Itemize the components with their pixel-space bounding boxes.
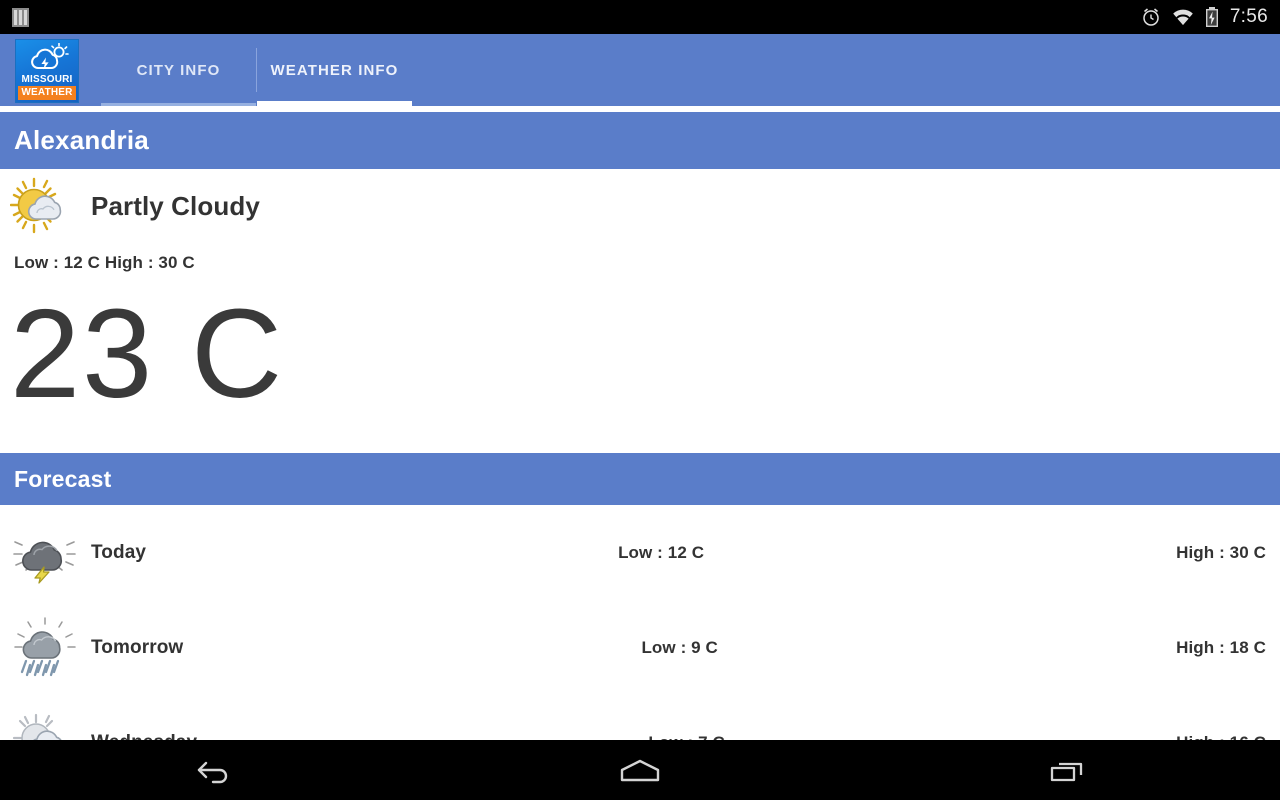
current-low-high: Low : 12 C High : 30 C [14, 253, 195, 272]
thunderstorm-icon [13, 540, 76, 584]
nav-back-button[interactable] [0, 740, 427, 800]
tab-weather-info-underline [257, 101, 412, 106]
forecast-low-label: Low : 7 C [648, 733, 724, 741]
current-condition-label: Partly Cloudy [91, 190, 260, 221]
nav-recents-button[interactable] [853, 740, 1280, 800]
wifi-icon [1173, 9, 1193, 25]
app-icon-label-missouri: MISSOURI [21, 74, 73, 85]
tab-weather-info[interactable]: WEATHER INFO [257, 34, 412, 106]
forecast-day-label: Wednesday [91, 732, 197, 741]
tab-city-info-label: CITY INFO [136, 61, 221, 79]
forecast-low-cell: Low : 9 C [183, 638, 1176, 658]
forecast-row-today[interactable]: Today Low : 12 C High : 30 C [0, 505, 1280, 600]
current-condition-row: Partly Cloudy [0, 169, 1280, 235]
app-tab-bar: MISSOURI WEATHER CITY INFO WEATHER INFO [0, 34, 1280, 106]
forecast-header-title: Forecast [14, 465, 112, 492]
tab-weather-info-label: WEATHER INFO [270, 61, 399, 79]
status-bar-system-icons: 7:56 [1141, 6, 1268, 28]
notification-bars-icon [12, 7, 29, 27]
rain-icon [14, 616, 76, 676]
city-name: Alexandria [14, 125, 149, 155]
back-icon [198, 761, 228, 784]
status-bar-notifications [12, 7, 29, 27]
home-icon [620, 759, 660, 782]
forecast-day-label: Tomorrow [91, 636, 184, 658]
app-icon-label-weather: WEATHER [18, 86, 76, 100]
forecast-row-tomorrow[interactable]: Tomorrow Low : 9 C High : 18 C [0, 600, 1280, 695]
forecast-high-label: High : 16 C [1176, 733, 1266, 741]
forecast-high-label: High : 30 C [1176, 542, 1266, 562]
partly-cloudy-icon [12, 713, 62, 740]
battery-charging-icon [1205, 7, 1218, 27]
tab-list: CITY INFO WEATHER INFO [101, 34, 412, 106]
tab-city-info[interactable]: CITY INFO [101, 34, 256, 106]
forecast-day-label: Today [91, 541, 147, 563]
forecast-low-label: Low : 12 C [618, 542, 705, 562]
partly-cloudy-icon [10, 177, 62, 234]
tab-city-info-underline [101, 103, 256, 106]
nav-home-button[interactable] [427, 740, 854, 800]
forecast-list[interactable]: Today Low : 12 C High : 30 C Tomorrow Lo… [0, 505, 1280, 740]
forecast-high-label: High : 18 C [1176, 637, 1266, 657]
cloud-sun-lightning-icon [31, 43, 69, 70]
alarm-clock-icon [1143, 8, 1159, 26]
forecast-header: Forecast [0, 453, 1280, 505]
forecast-low-label: Low : 9 C [641, 637, 718, 657]
forecast-low-cell: Low : 7 C [197, 733, 1176, 741]
status-bar: 7:56 [0, 0, 1280, 34]
android-nav-bar [0, 740, 1280, 800]
recents-icon [1050, 762, 1082, 782]
forecast-row-wednesday[interactable]: Wednesday Low : 7 C High : 16 C [0, 695, 1280, 740]
missouri-weather-app-icon[interactable]: MISSOURI WEATHER [15, 39, 79, 103]
status-bar-clock: 7:56 [1229, 6, 1268, 27]
forecast-low-cell: Low : 12 C [146, 543, 1176, 563]
city-header: Alexandria [0, 112, 1280, 169]
current-temperature: 23 C [10, 283, 285, 424]
current-conditions-panel: Partly Cloudy Low : 12 C High : 30 C 23 … [0, 169, 1280, 450]
